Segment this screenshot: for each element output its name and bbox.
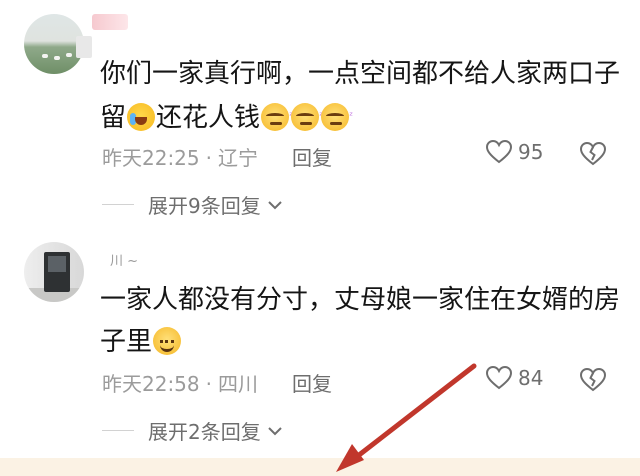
annotation-arrow-icon bbox=[336, 363, 477, 472]
